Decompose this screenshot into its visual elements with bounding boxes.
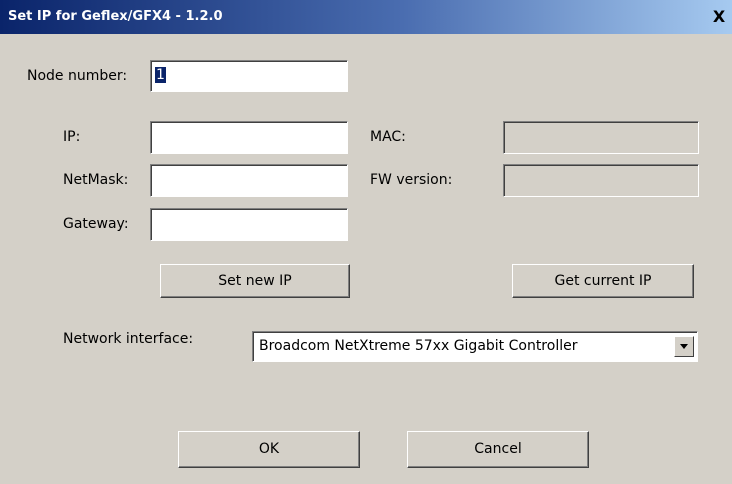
network-interface-value: Broadcom NetXtreme 57xx Gigabit Controll… xyxy=(259,338,578,354)
gateway-input[interactable] xyxy=(150,208,348,241)
node-number-label: Node number: xyxy=(27,68,128,84)
netmask-input[interactable] xyxy=(150,164,348,197)
get-current-ip-button[interactable]: Get current IP xyxy=(512,264,694,298)
ip-input[interactable] xyxy=(150,121,348,154)
network-interface-select[interactable]: Broadcom NetXtreme 57xx Gigabit Controll… xyxy=(252,331,698,362)
set-new-ip-button[interactable]: Set new IP xyxy=(160,264,350,298)
mac-field xyxy=(503,121,699,154)
node-number-value: 1 xyxy=(155,67,166,83)
ip-label: IP: xyxy=(63,129,81,145)
window-title: Set IP for Geflex/GFX4 - 1.2.0 xyxy=(8,9,223,24)
ok-button[interactable]: OK xyxy=(178,431,360,468)
cancel-button[interactable]: Cancel xyxy=(407,431,589,468)
fw-version-field xyxy=(503,164,699,197)
title-bar: Set IP for Geflex/GFX4 - 1.2.0 X xyxy=(0,0,732,34)
network-interface-label: Network interface: xyxy=(63,331,194,347)
chevron-down-icon[interactable] xyxy=(674,336,694,357)
node-number-input[interactable]: 1 xyxy=(150,60,348,92)
gateway-label: Gateway: xyxy=(63,216,129,232)
close-icon[interactable]: X xyxy=(710,9,728,25)
netmask-label: NetMask: xyxy=(63,172,129,188)
set-ip-dialog: Set IP for Geflex/GFX4 - 1.2.0 X Node nu… xyxy=(0,0,732,484)
mac-label: MAC: xyxy=(370,129,406,145)
fw-version-label: FW version: xyxy=(370,172,453,188)
